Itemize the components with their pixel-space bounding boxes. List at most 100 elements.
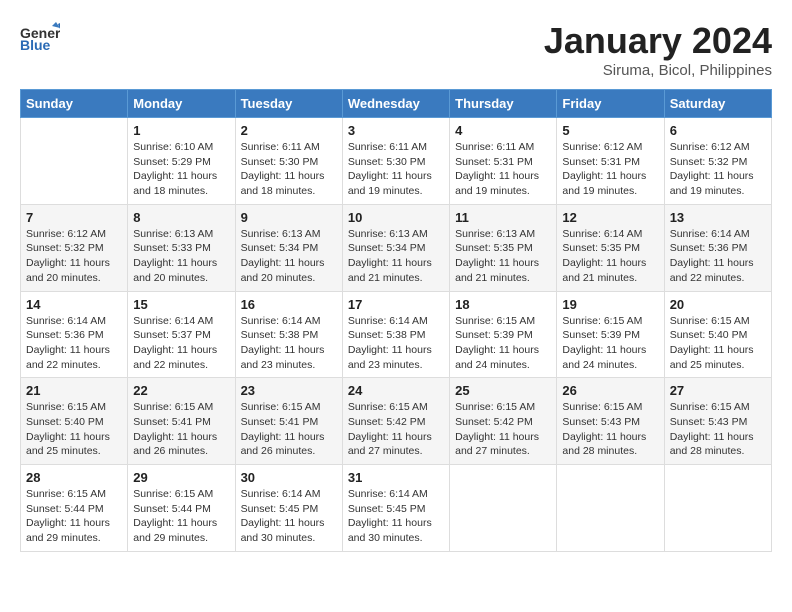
calendar-cell: 26 Sunrise: 6:15 AMSunset: 5:43 PMDaylig… xyxy=(557,378,664,465)
day-number: 9 xyxy=(241,210,337,225)
day-number: 16 xyxy=(241,297,337,312)
day-info: Sunrise: 6:12 AMSunset: 5:32 PMDaylight:… xyxy=(26,227,122,286)
calendar-cell xyxy=(21,118,128,205)
calendar-cell: 13 Sunrise: 6:14 AMSunset: 5:36 PMDaylig… xyxy=(664,204,771,291)
day-number: 29 xyxy=(133,470,229,485)
day-info: Sunrise: 6:13 AMSunset: 5:34 PMDaylight:… xyxy=(348,227,444,286)
day-info: Sunrise: 6:15 AMSunset: 5:44 PMDaylight:… xyxy=(26,487,122,546)
day-number: 26 xyxy=(562,383,658,398)
day-info: Sunrise: 6:15 AMSunset: 5:40 PMDaylight:… xyxy=(670,314,766,373)
calendar-cell: 12 Sunrise: 6:14 AMSunset: 5:35 PMDaylig… xyxy=(557,204,664,291)
day-info: Sunrise: 6:15 AMSunset: 5:41 PMDaylight:… xyxy=(241,400,337,459)
weekday-header-monday: Monday xyxy=(128,90,235,118)
calendar-cell: 3 Sunrise: 6:11 AMSunset: 5:30 PMDayligh… xyxy=(342,118,449,205)
week-row-1: 1 Sunrise: 6:10 AMSunset: 5:29 PMDayligh… xyxy=(21,118,772,205)
day-info: Sunrise: 6:13 AMSunset: 5:34 PMDaylight:… xyxy=(241,227,337,286)
day-info: Sunrise: 6:14 AMSunset: 5:35 PMDaylight:… xyxy=(562,227,658,286)
calendar-cell: 15 Sunrise: 6:14 AMSunset: 5:37 PMDaylig… xyxy=(128,291,235,378)
calendar-cell: 17 Sunrise: 6:14 AMSunset: 5:38 PMDaylig… xyxy=(342,291,449,378)
month-title: January 2024 xyxy=(544,20,772,62)
calendar-cell: 4 Sunrise: 6:11 AMSunset: 5:31 PMDayligh… xyxy=(450,118,557,205)
day-number: 22 xyxy=(133,383,229,398)
day-number: 2 xyxy=(241,123,337,138)
week-row-2: 7 Sunrise: 6:12 AMSunset: 5:32 PMDayligh… xyxy=(21,204,772,291)
day-number: 20 xyxy=(670,297,766,312)
day-info: Sunrise: 6:12 AMSunset: 5:31 PMDaylight:… xyxy=(562,140,658,199)
day-number: 14 xyxy=(26,297,122,312)
svg-text:Blue: Blue xyxy=(20,37,51,53)
calendar-cell: 28 Sunrise: 6:15 AMSunset: 5:44 PMDaylig… xyxy=(21,465,128,552)
day-info: Sunrise: 6:14 AMSunset: 5:38 PMDaylight:… xyxy=(348,314,444,373)
day-number: 27 xyxy=(670,383,766,398)
day-info: Sunrise: 6:15 AMSunset: 5:39 PMDaylight:… xyxy=(455,314,551,373)
day-info: Sunrise: 6:11 AMSunset: 5:30 PMDaylight:… xyxy=(348,140,444,199)
calendar-cell: 10 Sunrise: 6:13 AMSunset: 5:34 PMDaylig… xyxy=(342,204,449,291)
title-section: January 2024 Siruma, Bicol, Philippines xyxy=(544,20,772,79)
day-number: 12 xyxy=(562,210,658,225)
day-number: 15 xyxy=(133,297,229,312)
page-header: General Blue January 2024 Siruma, Bicol,… xyxy=(20,20,772,79)
day-number: 4 xyxy=(455,123,551,138)
calendar-cell: 8 Sunrise: 6:13 AMSunset: 5:33 PMDayligh… xyxy=(128,204,235,291)
calendar-cell: 27 Sunrise: 6:15 AMSunset: 5:43 PMDaylig… xyxy=(664,378,771,465)
day-number: 6 xyxy=(670,123,766,138)
day-info: Sunrise: 6:14 AMSunset: 5:45 PMDaylight:… xyxy=(348,487,444,546)
weekday-header-friday: Friday xyxy=(557,90,664,118)
day-number: 11 xyxy=(455,210,551,225)
day-info: Sunrise: 6:15 AMSunset: 5:44 PMDaylight:… xyxy=(133,487,229,546)
day-info: Sunrise: 6:12 AMSunset: 5:32 PMDaylight:… xyxy=(670,140,766,199)
day-number: 23 xyxy=(241,383,337,398)
week-row-3: 14 Sunrise: 6:14 AMSunset: 5:36 PMDaylig… xyxy=(21,291,772,378)
day-info: Sunrise: 6:14 AMSunset: 5:45 PMDaylight:… xyxy=(241,487,337,546)
calendar-cell xyxy=(450,465,557,552)
calendar-cell: 25 Sunrise: 6:15 AMSunset: 5:42 PMDaylig… xyxy=(450,378,557,465)
day-number: 28 xyxy=(26,470,122,485)
day-number: 25 xyxy=(455,383,551,398)
day-info: Sunrise: 6:15 AMSunset: 5:41 PMDaylight:… xyxy=(133,400,229,459)
calendar-cell: 22 Sunrise: 6:15 AMSunset: 5:41 PMDaylig… xyxy=(128,378,235,465)
day-info: Sunrise: 6:14 AMSunset: 5:38 PMDaylight:… xyxy=(241,314,337,373)
calendar-cell: 20 Sunrise: 6:15 AMSunset: 5:40 PMDaylig… xyxy=(664,291,771,378)
calendar-cell: 24 Sunrise: 6:15 AMSunset: 5:42 PMDaylig… xyxy=(342,378,449,465)
calendar-cell: 18 Sunrise: 6:15 AMSunset: 5:39 PMDaylig… xyxy=(450,291,557,378)
day-number: 30 xyxy=(241,470,337,485)
day-number: 8 xyxy=(133,210,229,225)
logo-bird-icon: General Blue xyxy=(20,20,60,55)
day-info: Sunrise: 6:15 AMSunset: 5:42 PMDaylight:… xyxy=(455,400,551,459)
calendar-cell: 5 Sunrise: 6:12 AMSunset: 5:31 PMDayligh… xyxy=(557,118,664,205)
week-row-5: 28 Sunrise: 6:15 AMSunset: 5:44 PMDaylig… xyxy=(21,465,772,552)
weekday-header-row: SundayMondayTuesdayWednesdayThursdayFrid… xyxy=(21,90,772,118)
calendar-cell xyxy=(664,465,771,552)
calendar-cell: 9 Sunrise: 6:13 AMSunset: 5:34 PMDayligh… xyxy=(235,204,342,291)
calendar-cell: 30 Sunrise: 6:14 AMSunset: 5:45 PMDaylig… xyxy=(235,465,342,552)
day-number: 1 xyxy=(133,123,229,138)
weekday-header-sunday: Sunday xyxy=(21,90,128,118)
day-number: 19 xyxy=(562,297,658,312)
day-info: Sunrise: 6:11 AMSunset: 5:30 PMDaylight:… xyxy=(241,140,337,199)
weekday-header-tuesday: Tuesday xyxy=(235,90,342,118)
weekday-header-thursday: Thursday xyxy=(450,90,557,118)
day-info: Sunrise: 6:15 AMSunset: 5:43 PMDaylight:… xyxy=(670,400,766,459)
calendar-cell: 16 Sunrise: 6:14 AMSunset: 5:38 PMDaylig… xyxy=(235,291,342,378)
weekday-header-wednesday: Wednesday xyxy=(342,90,449,118)
calendar-cell: 19 Sunrise: 6:15 AMSunset: 5:39 PMDaylig… xyxy=(557,291,664,378)
day-info: Sunrise: 6:10 AMSunset: 5:29 PMDaylight:… xyxy=(133,140,229,199)
day-number: 21 xyxy=(26,383,122,398)
day-number: 18 xyxy=(455,297,551,312)
day-info: Sunrise: 6:15 AMSunset: 5:39 PMDaylight:… xyxy=(562,314,658,373)
calendar-cell: 7 Sunrise: 6:12 AMSunset: 5:32 PMDayligh… xyxy=(21,204,128,291)
day-info: Sunrise: 6:14 AMSunset: 5:37 PMDaylight:… xyxy=(133,314,229,373)
day-number: 17 xyxy=(348,297,444,312)
day-info: Sunrise: 6:14 AMSunset: 5:36 PMDaylight:… xyxy=(670,227,766,286)
day-info: Sunrise: 6:13 AMSunset: 5:33 PMDaylight:… xyxy=(133,227,229,286)
day-number: 13 xyxy=(670,210,766,225)
day-number: 5 xyxy=(562,123,658,138)
logo: General Blue xyxy=(20,20,64,55)
day-info: Sunrise: 6:13 AMSunset: 5:35 PMDaylight:… xyxy=(455,227,551,286)
calendar-cell: 23 Sunrise: 6:15 AMSunset: 5:41 PMDaylig… xyxy=(235,378,342,465)
calendar-cell: 31 Sunrise: 6:14 AMSunset: 5:45 PMDaylig… xyxy=(342,465,449,552)
calendar-cell: 2 Sunrise: 6:11 AMSunset: 5:30 PMDayligh… xyxy=(235,118,342,205)
calendar-table: SundayMondayTuesdayWednesdayThursdayFrid… xyxy=(20,89,772,552)
calendar-cell xyxy=(557,465,664,552)
calendar-cell: 14 Sunrise: 6:14 AMSunset: 5:36 PMDaylig… xyxy=(21,291,128,378)
